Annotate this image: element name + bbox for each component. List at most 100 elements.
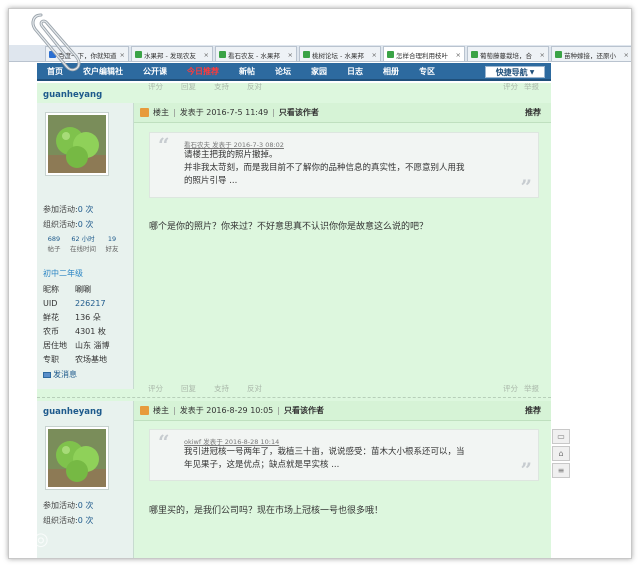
close-icon[interactable]: ×: [453, 51, 461, 59]
profile-value: 山东 淄博: [75, 341, 110, 350]
author-name[interactable]: guanheyang: [37, 90, 133, 100]
floating-tools: ▭ ⌂ ≡: [552, 429, 570, 478]
close-icon[interactable]: ×: [285, 51, 293, 59]
action-reply[interactable]: 回复: [181, 383, 196, 394]
action-oppose-top[interactable]: 反对: [247, 83, 262, 92]
floor-label: 楼主: [153, 108, 169, 117]
action-oppose[interactable]: 反对: [247, 383, 262, 394]
browser-tab[interactable]: 看石农友 - 水果邦 ×: [214, 46, 297, 61]
only-author-link-2[interactable]: 只看该作者: [284, 405, 324, 416]
browser-tab[interactable]: 水果邦 - 发现农友 ×: [130, 46, 213, 61]
profile-row: UID 226217: [37, 297, 134, 311]
browser-tab[interactable]: 怎样合理利用枝叶 ×: [382, 46, 465, 61]
quote-line-2: 并非我太苛刻，而是我目前不了解你的品种信息的真实性，不愿意别人用我: [184, 163, 465, 173]
quick-nav-label: 快捷导航: [495, 67, 528, 77]
watermark-logo: ◎: [33, 529, 51, 550]
close-icon[interactable]: ×: [117, 51, 125, 59]
thread-page: 评分 回复 支持 反对 评分 举报 guanheyang 参加活动:0 次 组织…: [37, 83, 551, 558]
site-icon: [218, 51, 226, 58]
list-icon[interactable]: ≡: [552, 463, 570, 478]
quote-meta-2[interactable]: okiwf 发表于 2016-8-28 10:14: [150, 436, 538, 446]
recommend-link[interactable]: 推荐: [525, 107, 541, 118]
avatar-image-2: [48, 429, 106, 487]
mini-stat-online[interactable]: 62 小时 在线时间: [65, 234, 101, 254]
recommend-link-2[interactable]: 推荐: [525, 405, 541, 416]
browser-tab[interactable]: 桃树论坛 - 水果邦 ×: [298, 46, 381, 61]
action-rate-top[interactable]: 评分: [148, 83, 163, 92]
nav-item[interactable]: 专区: [419, 66, 435, 77]
nav-item[interactable]: 公开课: [143, 66, 167, 77]
quote-line-2-2: 年见果子，这是优点；缺点就是早实核 ...: [184, 460, 340, 470]
browser-tab-label: 水果邦 - 发现农友: [143, 51, 196, 60]
screenshot-frame: 百度一下，你就知道 × 水果邦 - 发现农友 × 看石农友 - 水果邦 × 桃树论坛 - 水…: [8, 8, 632, 559]
action-support[interactable]: 支持: [214, 383, 229, 394]
browser-tab[interactable]: 葡萄藤蔓栽培，合 ×: [466, 46, 549, 61]
nav-item[interactable]: 农户编辑社: [83, 66, 123, 77]
mini-stat-friends[interactable]: 19 好友: [101, 234, 123, 254]
close-icon[interactable]: ×: [621, 51, 629, 59]
action-rate[interactable]: 评分: [148, 383, 163, 394]
right-blank-panel: [551, 63, 631, 558]
only-author-link[interactable]: 只看该作者: [279, 107, 319, 118]
post-reply-text-2: 哪里买的，是我们公司吗？现在市场上冠核一号也很多哦！: [149, 506, 384, 516]
browser-tab-label: 看石农友 - 水果邦: [227, 51, 280, 60]
quote-block: “ 看石农夫 发表于 2016-7-3 08:02 请楼主把我的照片撤掉。 并非…: [149, 132, 539, 198]
mini-stat-posts[interactable]: 689 帖子: [43, 234, 65, 254]
stat-activities-2: 参加活动:0 次: [43, 501, 94, 510]
close-icon[interactable]: ×: [537, 51, 545, 59]
nav-item[interactable]: 日志: [347, 66, 363, 77]
nav-item[interactable]: 相册: [383, 66, 399, 77]
floor-owner-icon: [140, 108, 149, 117]
nav-item[interactable]: 今日推荐: [187, 66, 219, 77]
nav-item[interactable]: 家园: [311, 66, 327, 77]
nav-item[interactable]: 论坛: [275, 66, 291, 77]
avatar[interactable]: [45, 112, 109, 176]
site-icon: [302, 51, 310, 58]
user-level[interactable]: 初中二年级: [37, 268, 134, 279]
profile-key: UID: [43, 299, 58, 308]
profile-key: 昵称: [43, 285, 59, 294]
action-report-top[interactable]: 举报: [524, 83, 539, 91]
quote-meta[interactable]: 看石农夫 发表于 2016-7-3 08:02: [150, 139, 538, 149]
open-quote-icon-2: “: [158, 430, 170, 454]
avatar-image: [48, 115, 106, 173]
action-rate2-top[interactable]: 评分: [503, 83, 518, 91]
profile-key: 鲜花: [43, 313, 59, 322]
comment-icon[interactable]: ▭: [552, 429, 570, 444]
quote-block-2: “ okiwf 发表于 2016-8-28 10:14 我引进冠核一号两年了，栽…: [149, 429, 539, 481]
browser-tab-label: 苗种嫁接，还原小: [563, 51, 616, 60]
profile-value[interactable]: 226217: [75, 297, 106, 311]
site-icon: [554, 51, 562, 58]
back-to-top-icon[interactable]: ⌂: [552, 446, 570, 461]
profile-row: 农币 4301 枚: [37, 325, 134, 339]
action-rate-right[interactable]: 评分: [503, 384, 518, 393]
close-icon[interactable]: ×: [369, 51, 377, 59]
close-quote-icon: ”: [520, 175, 532, 199]
author-sidebar-2: guanheyang 参加活动:0 次 组织活动:0 次: [37, 401, 134, 558]
post-header: 楼主 | 发表于 2016-7-5 11:49 | 只看该作者 推荐: [134, 103, 551, 123]
envelope-icon: [43, 371, 51, 378]
avatar-2[interactable]: [45, 426, 109, 490]
close-icon[interactable]: ×: [201, 51, 209, 59]
browser-tab-label: 怎样合理利用枝叶: [395, 51, 448, 60]
browser-tab[interactable]: 苗种嫁接，还原小 ×: [550, 46, 631, 61]
site-icon: [386, 51, 394, 58]
quick-nav-button[interactable]: 快捷导航 ▼: [485, 66, 545, 78]
post-actions: 评分 回复 支持 反对 评分 举报: [134, 381, 551, 395]
action-support-top[interactable]: 支持: [214, 83, 229, 92]
site-nav-bar: 首页 农户编辑社 公开课 今日推荐 新帖 论坛 家园 日志 相册 专区 快捷导航 ▼: [37, 63, 551, 81]
author-name-2[interactable]: guanheyang: [37, 407, 133, 417]
send-message-button[interactable]: 发消息: [37, 369, 134, 380]
profile-row: 专职 农场基地: [37, 353, 134, 367]
stat-organized-2: 组织活动:0 次: [43, 516, 94, 525]
prev-post-actions: 评分 回复 支持 反对 评分 举报: [134, 83, 551, 93]
action-report[interactable]: 举报: [524, 384, 539, 393]
nav-item[interactable]: 新帖: [239, 66, 255, 77]
profile-row: 鲜花 136 朵: [37, 311, 134, 325]
post-divider: [37, 397, 551, 398]
stat-organized: 组织活动:0 次: [43, 220, 94, 229]
action-reply-top[interactable]: 回复: [181, 83, 196, 92]
floor-owner-icon-2: [140, 406, 149, 415]
site-icon: [134, 51, 142, 58]
profile-list: 昵称 唰唰 UID 226217 鲜花 136 朵农币 4301 枚居住地 山东 淄博 专职 农场…: [37, 283, 134, 367]
